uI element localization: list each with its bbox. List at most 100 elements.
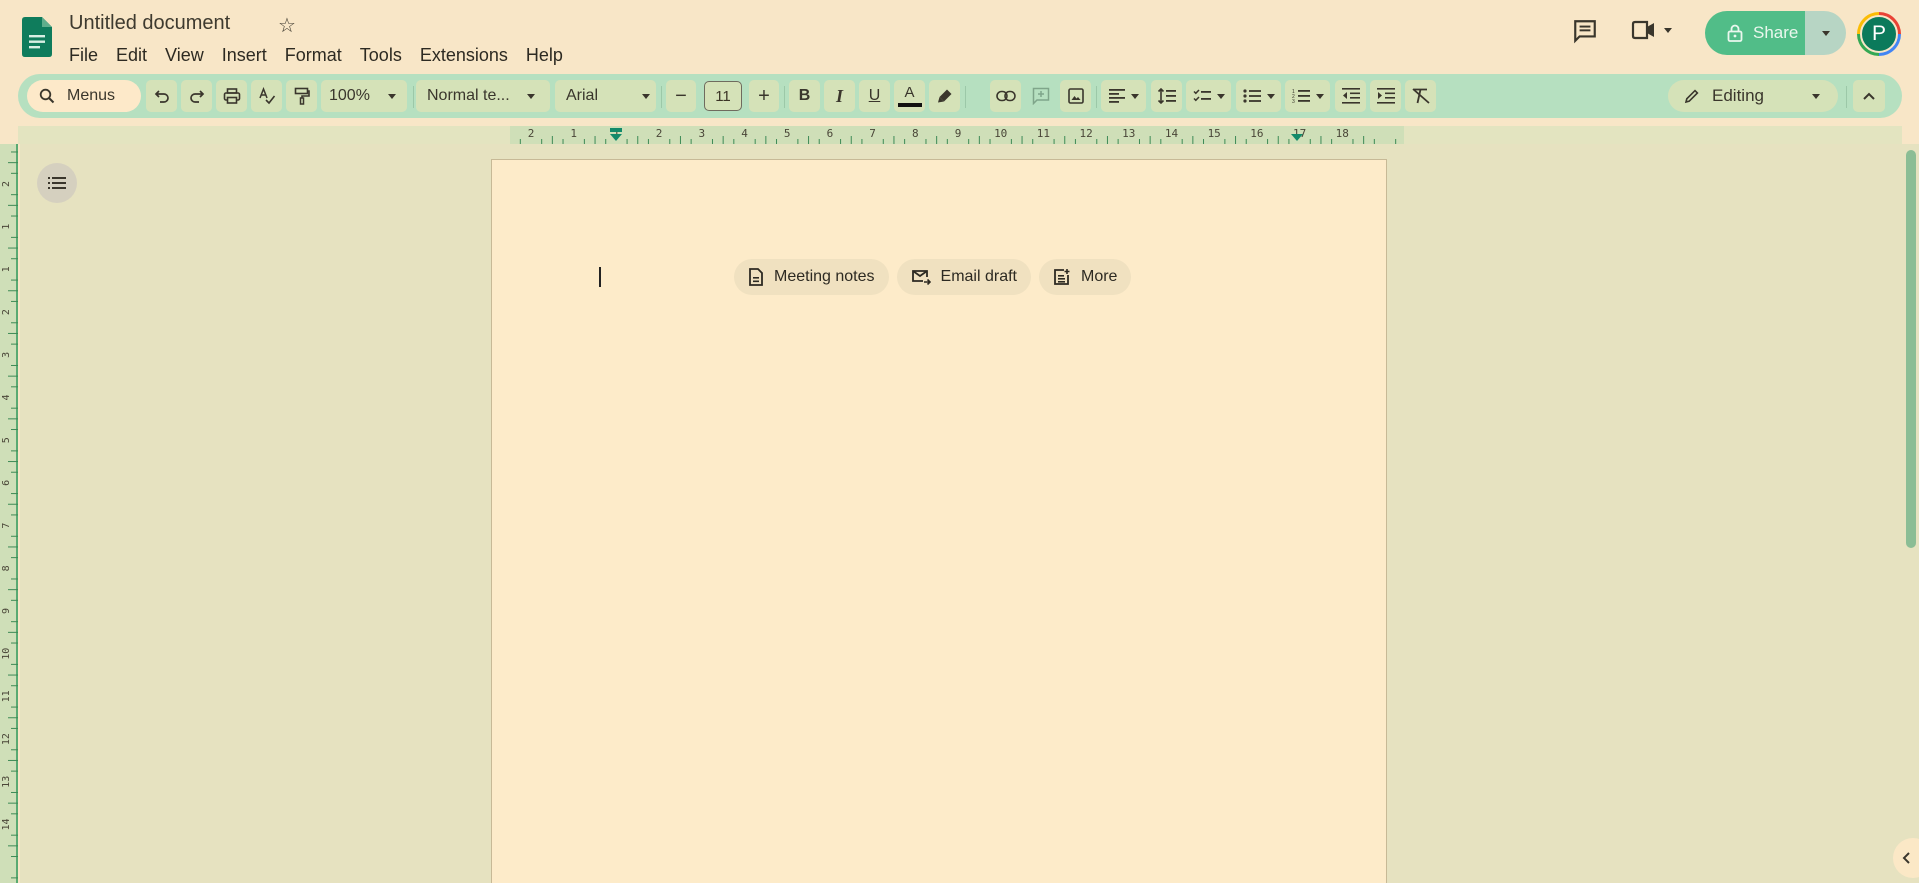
horizontal-ruler[interactable]: 2 1 1 2 3 4 5 6 7 8 9 10 11 12 13 14 15 16 17 18 bbox=[18, 126, 1902, 144]
left-indent-marker[interactable] bbox=[610, 134, 622, 141]
share-button[interactable]: Share bbox=[1705, 11, 1805, 55]
ruler-label: 11 bbox=[1, 690, 12, 702]
google-docs-icon[interactable] bbox=[22, 17, 52, 57]
ruler-label: 16 bbox=[1250, 127, 1263, 140]
editing-mode-select[interactable]: Editing bbox=[1668, 80, 1838, 112]
chevron-down-icon bbox=[1216, 93, 1225, 99]
svg-text:3: 3 bbox=[1292, 99, 1295, 104]
redo-button[interactable] bbox=[181, 80, 212, 112]
toolbar: Menus 100% Normal te... Arial − 11 + B I… bbox=[18, 74, 1902, 118]
ruler-label: 1 bbox=[570, 127, 577, 140]
toolbar-divider bbox=[1096, 86, 1097, 108]
chevron-down-icon bbox=[642, 93, 650, 99]
star-outline-icon[interactable]: ☆ bbox=[278, 13, 296, 38]
chevron-down-icon bbox=[1812, 94, 1820, 99]
zoom-select[interactable]: 100% bbox=[321, 80, 407, 112]
chip-label: Email draft bbox=[940, 268, 1017, 285]
menu-file[interactable]: File bbox=[60, 43, 107, 68]
paragraph-style-select[interactable]: Normal te... bbox=[416, 80, 550, 112]
highlight-color-button[interactable] bbox=[929, 80, 960, 112]
menu-edit[interactable]: Edit bbox=[107, 43, 156, 68]
redo-icon bbox=[189, 90, 204, 103]
ruler-label: 3 bbox=[698, 127, 705, 140]
toolbar-divider bbox=[965, 86, 966, 108]
print-button[interactable] bbox=[216, 80, 247, 112]
undo-button[interactable] bbox=[146, 80, 177, 112]
search-menus-label: Menus bbox=[67, 87, 116, 104]
add-comment-button[interactable] bbox=[1025, 80, 1056, 112]
font-family-select[interactable]: Arial bbox=[555, 80, 656, 112]
ruler-label: 8 bbox=[1, 565, 12, 571]
menu-tools[interactable]: Tools bbox=[351, 43, 411, 68]
print-icon bbox=[223, 88, 240, 104]
ruler-page-area: 2 1 1 2 3 4 5 6 7 8 9 10 11 12 13 14 15 16 17 18 bbox=[510, 126, 1404, 144]
chevron-left-icon bbox=[1902, 852, 1910, 864]
avatar-initial: P bbox=[1860, 15, 1898, 53]
ruler-label: 12 bbox=[1, 733, 12, 745]
meet-button[interactable] bbox=[1630, 18, 1672, 42]
menu-extensions[interactable]: Extensions bbox=[411, 43, 517, 68]
bold-button[interactable]: B bbox=[789, 80, 820, 112]
search-menus-button[interactable]: Menus bbox=[27, 80, 141, 112]
menu-help[interactable]: Help bbox=[517, 43, 572, 68]
ruler-label: 14 bbox=[1, 818, 12, 830]
decrease-font-size-button[interactable]: − bbox=[666, 80, 696, 112]
meeting-notes-chip[interactable]: Meeting notes bbox=[734, 259, 889, 295]
align-button[interactable] bbox=[1101, 80, 1146, 112]
undo-icon bbox=[154, 90, 169, 103]
spellcheck-button[interactable] bbox=[251, 80, 282, 112]
text-color-button[interactable]: A bbox=[894, 80, 925, 112]
line-spacing-button[interactable] bbox=[1151, 80, 1182, 112]
chip-label: More bbox=[1080, 268, 1118, 285]
document-outline-button[interactable] bbox=[37, 163, 77, 203]
clear-formatting-button[interactable] bbox=[1405, 80, 1436, 112]
ruler-label: 15 bbox=[1208, 127, 1221, 140]
ruler-label: 5 bbox=[784, 127, 791, 140]
numbered-list-button[interactable]: 123 bbox=[1285, 80, 1330, 112]
pencil-icon bbox=[1684, 89, 1699, 104]
vertical-ruler[interactable]: 2 1 1 2 3 4 5 6 7 8 9 10 11 12 13 14 bbox=[0, 144, 18, 883]
ruler-label: 2 bbox=[528, 127, 535, 140]
link-icon bbox=[995, 90, 1016, 102]
chevron-down-icon bbox=[527, 93, 535, 99]
hide-menus-button[interactable] bbox=[1853, 80, 1885, 112]
ruler-label: 7 bbox=[869, 127, 876, 140]
insert-image-button[interactable] bbox=[1060, 80, 1091, 112]
vertical-scrollbar[interactable] bbox=[1906, 150, 1916, 548]
underline-button[interactable]: U bbox=[859, 80, 890, 112]
paint-format-button[interactable] bbox=[286, 80, 317, 112]
insert-link-button[interactable] bbox=[990, 80, 1021, 112]
toolbar-divider bbox=[413, 86, 414, 108]
share-dropdown-button[interactable] bbox=[1805, 11, 1846, 55]
chevron-down-icon bbox=[1315, 93, 1324, 99]
menu-view[interactable]: View bbox=[156, 43, 213, 68]
font-family-value: Arial bbox=[566, 87, 599, 104]
italic-button[interactable]: I bbox=[824, 80, 855, 112]
increase-indent-button[interactable] bbox=[1370, 80, 1401, 112]
highlighter-icon bbox=[937, 89, 951, 103]
zoom-value: 100% bbox=[329, 87, 370, 104]
document-title[interactable]: Untitled document bbox=[69, 12, 230, 35]
menu-bar: File Edit View Insert Format Tools Exten… bbox=[60, 43, 572, 68]
avatar[interactable]: P bbox=[1857, 12, 1901, 56]
clear-formatting-icon bbox=[1411, 88, 1430, 104]
video-camera-icon bbox=[1631, 20, 1654, 40]
more-chip[interactable]: More bbox=[1038, 259, 1132, 295]
bulleted-list-icon bbox=[1242, 89, 1261, 103]
bulleted-list-button[interactable] bbox=[1236, 80, 1281, 112]
image-icon bbox=[1067, 88, 1084, 104]
font-size-input[interactable]: 11 bbox=[704, 81, 742, 111]
checklist-icon bbox=[1192, 89, 1211, 102]
first-line-indent-marker[interactable] bbox=[610, 128, 622, 132]
comments-icon[interactable] bbox=[1572, 18, 1598, 49]
header: Untitled document ☆ File Edit View Inser… bbox=[0, 0, 1919, 72]
toolbar-divider bbox=[1846, 86, 1847, 108]
decrease-indent-button[interactable] bbox=[1335, 80, 1366, 112]
increase-font-size-button[interactable]: + bbox=[749, 80, 779, 112]
email-draft-chip[interactable]: Email draft bbox=[896, 259, 1031, 295]
ruler-label: 1 bbox=[1, 266, 12, 272]
checklist-button[interactable] bbox=[1186, 80, 1231, 112]
menu-format[interactable]: Format bbox=[276, 43, 351, 68]
menu-insert[interactable]: Insert bbox=[213, 43, 276, 68]
outline-list-icon bbox=[48, 177, 66, 189]
